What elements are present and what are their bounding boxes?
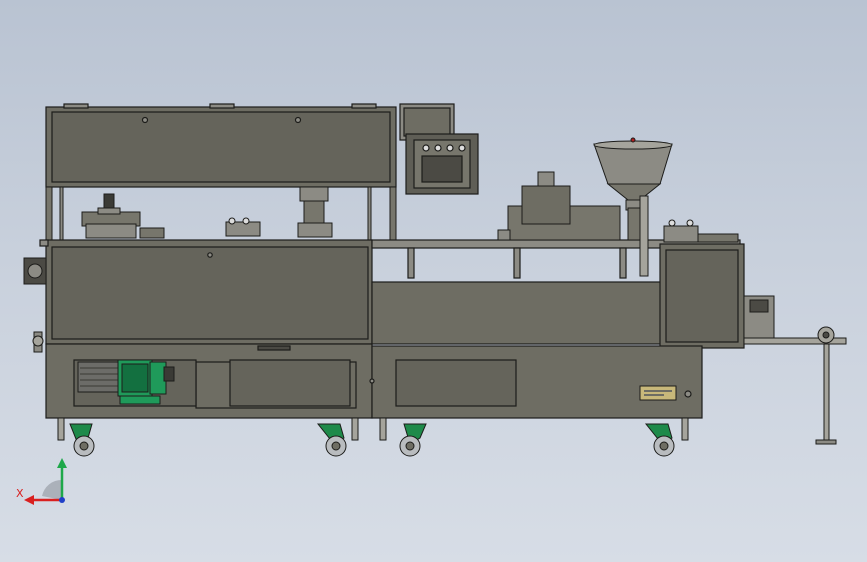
filling-station (497, 171, 621, 241)
z-axis-dot (59, 497, 65, 503)
x-axis-label: X (16, 487, 24, 500)
caster-1 (57, 417, 95, 457)
casters (57, 417, 689, 457)
x-axis-arrow (24, 495, 34, 505)
hmi-panel (399, 103, 479, 195)
upper-cabinet (45, 103, 397, 188)
side-gearbox (23, 257, 47, 353)
y-axis-arrow (57, 458, 67, 468)
caster-2 (316, 417, 359, 457)
cad-viewport[interactable]: X (0, 0, 867, 562)
open-frame (45, 186, 397, 242)
caster-4 (644, 417, 689, 457)
caster-3 (379, 417, 427, 457)
label-plate (639, 385, 677, 401)
machine-drawing[interactable]: X (0, 0, 867, 562)
sealing-head (663, 219, 739, 243)
middle-cabinet (39, 239, 373, 345)
axis-triad: X (16, 458, 67, 505)
conveyor-section (369, 239, 745, 419)
outfeed-conveyor (743, 295, 847, 445)
